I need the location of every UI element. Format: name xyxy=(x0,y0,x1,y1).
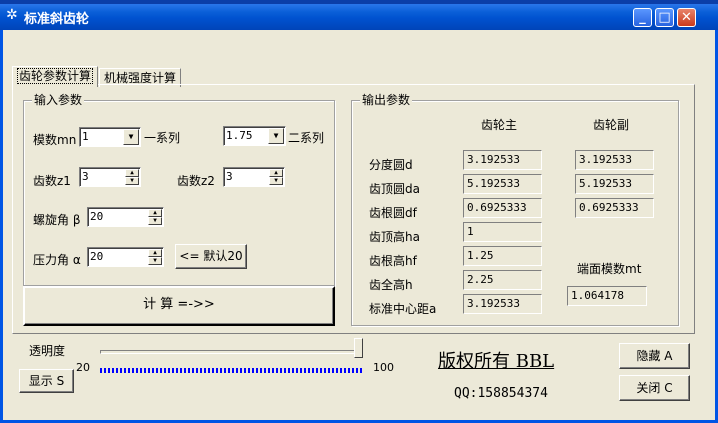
spin-down-icon[interactable]: ▼ xyxy=(148,217,162,225)
output-da-sub: 5.192533 xyxy=(575,174,654,194)
helix-value: 20 xyxy=(90,210,104,223)
slider-max-label: 100 xyxy=(373,361,394,374)
title-bar[interactable]: ✲ 标准斜齿轮 _ □ ✕ xyxy=(0,0,718,30)
close-icon: ✕ xyxy=(681,10,692,25)
output-hf-main: 1.25 xyxy=(463,246,542,266)
close-button[interactable]: 关闭 C xyxy=(619,375,690,401)
module-label: 模数mn xyxy=(33,133,77,147)
maximize-icon: □ xyxy=(658,10,671,25)
z1-value: 3 xyxy=(82,170,89,183)
calculate-button[interactable]: 计 算 =->> xyxy=(23,286,335,326)
z2-label: 齿数z2 xyxy=(177,174,215,188)
z1-spin[interactable]: ▲ ▼ xyxy=(125,169,139,185)
slider-min-label: 20 xyxy=(76,361,90,374)
app-window: ✲ 标准斜齿轮 _ □ ✕ 齿轮参数计算 机械强度计算 输入参数 模数mn 1 … xyxy=(0,0,718,423)
series2-select[interactable]: 1.75 ▼ xyxy=(223,126,286,146)
tab-strength-label: 机械强度计算 xyxy=(104,71,177,85)
row-label-h: 齿全高h xyxy=(369,278,413,292)
helix-stepper[interactable]: 20 ▲ ▼ xyxy=(87,207,164,227)
helix-label: 螺旋角 β xyxy=(33,213,81,227)
row-label-d: 分度圆d xyxy=(369,158,413,172)
z1-label: 齿数z1 xyxy=(33,174,71,188)
spin-up-icon[interactable]: ▲ xyxy=(269,169,283,177)
mt-label: 端面模数mt xyxy=(577,262,642,276)
gear-icon: ✲ xyxy=(6,7,18,23)
row-label-ha: 齿顶高ha xyxy=(369,230,420,244)
transparency-slider-track[interactable] xyxy=(100,350,360,354)
pressure-spin[interactable]: ▲ ▼ xyxy=(148,249,162,265)
series1-label: 一系列 xyxy=(144,131,181,145)
output-da-main: 5.192533 xyxy=(463,174,542,194)
z2-stepper[interactable]: 3 ▲ ▼ xyxy=(223,167,285,187)
output-ha-main: 1 xyxy=(463,222,542,242)
show-button[interactable]: 显示 S xyxy=(19,369,74,393)
z1-stepper[interactable]: 3 ▲ ▼ xyxy=(79,167,141,187)
tab-gear-params-label: 齿轮参数计算 xyxy=(17,68,94,84)
spin-down-icon[interactable]: ▼ xyxy=(269,177,283,185)
spin-up-icon[interactable]: ▲ xyxy=(125,169,139,177)
chevron-down-icon[interactable]: ▼ xyxy=(268,128,284,144)
row-label-da: 齿顶圆da xyxy=(369,182,420,196)
pressure-value: 20 xyxy=(90,250,104,263)
output-a-main: 3.192533 xyxy=(463,294,542,314)
transparency-label: 透明度 xyxy=(29,344,66,358)
output-df-main: 0.6925333 xyxy=(463,198,542,218)
hide-button[interactable]: 隐藏 A xyxy=(619,343,690,369)
qq-text: QQ:158854374 xyxy=(454,386,548,401)
z2-value: 3 xyxy=(226,170,233,183)
window-title: 标准斜齿轮 xyxy=(24,12,90,27)
output-df-sub: 0.6925333 xyxy=(575,198,654,218)
row-label-hf: 齿根高hf xyxy=(369,254,417,268)
output-h-main: 2.25 xyxy=(463,270,542,290)
chevron-down-icon[interactable]: ▼ xyxy=(123,129,139,145)
maximize-button[interactable]: □ xyxy=(655,8,674,27)
spin-down-icon[interactable]: ▼ xyxy=(148,257,162,265)
default-20-button[interactable]: <= 默认20 xyxy=(175,244,247,269)
title-bar-strip xyxy=(0,0,718,4)
window-frame-left xyxy=(0,30,3,423)
tab-gear-params[interactable]: 齿轮参数计算 xyxy=(12,66,99,87)
module-select[interactable]: 1 ▼ xyxy=(79,127,141,147)
pressure-stepper[interactable]: 20 ▲ ▼ xyxy=(87,247,164,267)
transparency-slider-thumb[interactable] xyxy=(354,338,363,358)
series2-select-value: 1.75 xyxy=(226,129,253,142)
row-label-a: 标准中心距a xyxy=(369,302,437,316)
series2-label: 二系列 xyxy=(288,131,325,145)
z2-spin[interactable]: ▲ ▼ xyxy=(269,169,283,185)
slider-ticks xyxy=(100,368,362,373)
copyright-text: 版权所有 BBL xyxy=(438,351,555,372)
spin-up-icon[interactable]: ▲ xyxy=(148,209,162,217)
spin-down-icon[interactable]: ▼ xyxy=(125,177,139,185)
input-group-title: 输入参数 xyxy=(32,93,85,107)
helix-spin[interactable]: ▲ ▼ xyxy=(148,209,162,225)
output-d-sub: 3.192533 xyxy=(575,150,654,170)
spin-up-icon[interactable]: ▲ xyxy=(148,249,162,257)
output-mt: 1.064178 xyxy=(567,286,647,306)
output-d-main: 3.192533 xyxy=(463,150,542,170)
col-sub-header: 齿轮副 xyxy=(593,118,630,132)
minimize-icon: _ xyxy=(639,10,646,25)
minimize-button[interactable]: _ xyxy=(633,8,652,27)
close-window-button[interactable]: ✕ xyxy=(677,8,696,27)
pressure-label: 压力角 α xyxy=(33,253,81,267)
col-main-header: 齿轮主 xyxy=(481,118,518,132)
output-group-title: 输出参数 xyxy=(360,93,413,107)
row-label-df: 齿根圆df xyxy=(369,206,417,220)
module-select-value: 1 xyxy=(82,130,89,143)
